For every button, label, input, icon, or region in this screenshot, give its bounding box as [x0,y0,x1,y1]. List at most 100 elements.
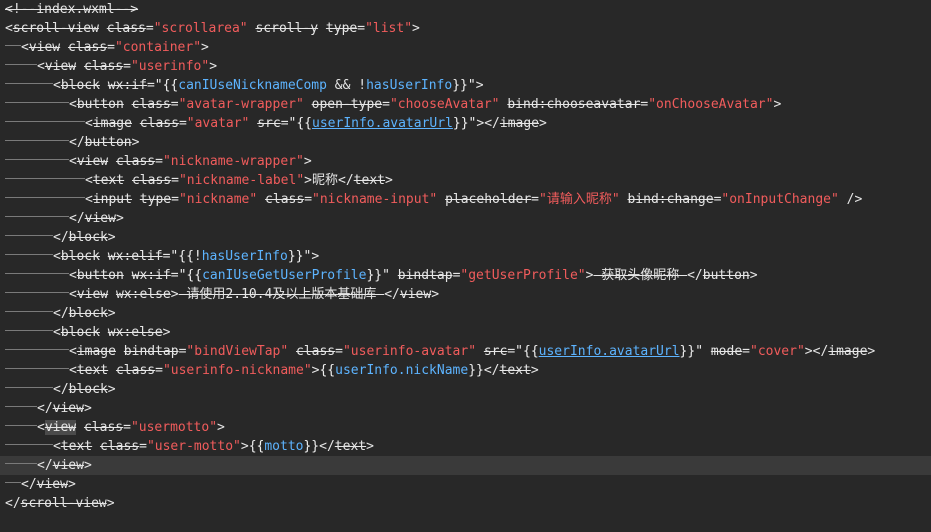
indent-guide [5,273,69,274]
code-tag-name: block [68,306,108,321]
code-punctuation: < [85,173,93,188]
code-punctuation: < [5,21,13,36]
code-tag-name: view [76,287,109,302]
code-string: "list" [365,21,413,36]
code-equals: = [304,192,313,207]
code-expression: userInfo.nickName [335,363,469,378]
code-string: "onInputChange" [721,192,839,207]
code-punctuation: < [69,287,77,302]
code-string: "usermotto" [130,420,218,435]
code-string: "bindViewTap" [186,344,289,359]
code-attribute: src [483,344,508,359]
code-string: "avatar-wrapper" [178,97,304,112]
code-punctuation: </ [21,477,37,492]
code-string: "cover" [750,344,805,359]
code-line[interactable]: </block> [0,380,931,399]
code-attribute: class [99,439,140,454]
indent-guide [5,349,69,350]
code-line[interactable]: </block> [0,228,931,247]
code-punctuation: > [131,135,140,150]
code-tag-name: text [60,439,93,454]
code-editor[interactable]: <!--index.wxml--> <scroll-view class="scr… [0,0,931,532]
code-attribute: wx:elif [107,249,163,264]
code-line[interactable]: </button> [0,133,931,152]
code-line[interactable]: <view class="container"> [0,38,931,57]
code-line[interactable]: <text class="userinfo-nickname">{{userIn… [0,361,931,380]
code-line[interactable]: <text class="user-motto">{{motto}}</text… [0,437,931,456]
code-expression: canIUseGetUserProfile [202,268,367,283]
code-line[interactable]: <scroll-view class="scrollarea" scroll-y… [0,19,931,38]
code-line[interactable]: <view class="userinfo"> [0,57,931,76]
code-punctuation: > [475,78,484,93]
code-string: "nickname-label" [178,173,305,188]
code-tag-name: view [399,287,432,302]
code-line[interactable]: </view> [0,475,931,494]
code-string: "nickname-input" [312,192,438,207]
code-punctuation: > [107,382,116,397]
code-attribute: mode [710,344,743,359]
code-tag-name: block [68,382,108,397]
code-line[interactable]: <view class="usermotto"> [0,418,931,437]
code-tag-name: text [334,439,367,454]
code-punctuation: > [115,211,124,226]
code-attribute: bind:change [627,192,714,207]
code-line[interactable]: </block> [0,304,931,323]
code-attribute: type [139,192,172,207]
code-punctuation: > [412,21,420,36]
code-string: "userinfo-avatar" [342,344,477,359]
code-punctuation: > [162,325,171,340]
code-punctuation: > [209,59,218,74]
code-punctuation: ></ [476,116,500,131]
code-text: 昵称 [312,173,339,188]
code-mustache: {{ [319,363,336,378]
indent-guide [5,159,69,160]
code-line[interactable]: <text class="nickname-label">昵称</text> [0,171,931,190]
code-line[interactable]: </view> [0,209,931,228]
code-string: "avatar" [186,116,250,131]
code-tag-name: image [92,116,132,131]
code-punctuation: </ [53,306,69,321]
code-punctuation: </ [384,287,400,302]
code-line[interactable]: <input type="nickname" class="nickname-i… [0,190,931,209]
code-punctuation: </ [69,135,85,150]
code-line[interactable]: <button class="avatar-wrapper" open-type… [0,95,931,114]
code-line[interactable]: <image bindtap="bindViewTap" class="user… [0,342,931,361]
code-line[interactable]: </view> [0,399,931,418]
code-attribute: wx:if [131,268,171,283]
code-line[interactable]: <image class="avatar" src="{{userInfo.av… [0,114,931,133]
code-attribute: scroll-y [255,21,319,36]
code-punctuation: < [69,344,77,359]
code-punctuation: < [85,192,93,207]
code-line[interactable]: <block wx:else> [0,323,931,342]
code-tag-name: block [60,325,100,340]
code-equals: = [123,420,131,435]
code-equals: = [742,344,750,359]
code-punctuation: < [53,78,61,93]
code-mustache: "{{! [170,249,202,264]
code-line[interactable]: <block wx:elif="{{!hasUserInfo}}"> [0,247,931,266]
code-attribute: wx:if [107,78,147,93]
code-tag-name: block [60,78,100,93]
code-line[interactable]: <!--index.wxml--> [0,0,931,19]
code-tag-name: view [52,401,84,416]
code-tag-name: image [499,116,540,131]
code-expression-link: userInfo.avatarUrl [312,116,453,131]
code-tag-name: view [36,477,68,492]
code-line[interactable]: <button wx:if="{{canIUseGetUserProfile}}… [0,266,931,285]
code-punctuation: > [170,287,179,302]
code-line[interactable]: <block wx:if="{{canIUseNicknameComp && !… [0,76,931,95]
code-punctuation: < [69,154,77,169]
code-line[interactable]: </scroll-view> [0,494,931,513]
code-line[interactable]: <view class="nickname-wrapper"> [0,152,931,171]
code-mustache: {{ [248,439,265,454]
code-tag-name: button [702,268,750,283]
code-line[interactable]: </view> [0,456,931,475]
code-line[interactable]: <view wx:else> 请使用2.10.4及以上版本基础库 </view> [0,285,931,304]
